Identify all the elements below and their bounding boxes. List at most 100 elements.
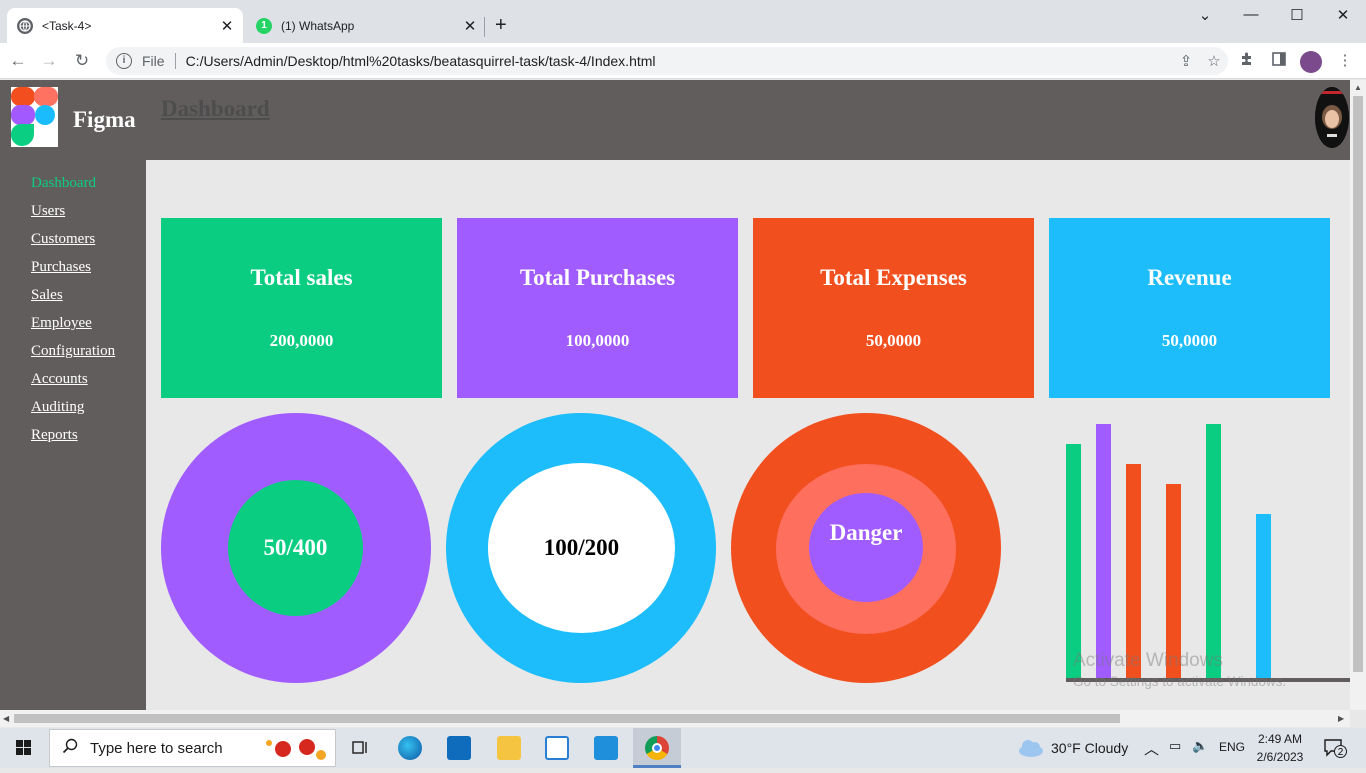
progress-ring-label: 50/400 bbox=[263, 535, 328, 560]
browser-tab-bar: <Task-4> ✕ 1 (1) WhatsApp ✕ + ⌄ — ☐ ✕ bbox=[0, 0, 1366, 43]
weather-cloud-icon[interactable] bbox=[1017, 738, 1045, 763]
tab-whatsapp[interactable]: 1 (1) WhatsApp ✕ bbox=[246, 8, 486, 43]
scheme-label: File bbox=[142, 53, 165, 69]
address-bar[interactable]: i File C:/Users/Admin/Desktop/html%20tas… bbox=[106, 47, 1228, 75]
language-indicator[interactable]: ENG bbox=[1219, 740, 1245, 754]
scrollbar-thumb[interactable] bbox=[14, 714, 1120, 723]
danger-ring-inner bbox=[809, 493, 923, 602]
volume-icon[interactable]: 🔈 bbox=[1192, 738, 1208, 754]
url-text[interactable]: C:/Users/Admin/Desktop/html%20tasks/beat… bbox=[186, 53, 1172, 69]
sidebar-item-reports[interactable]: Reports bbox=[31, 427, 146, 455]
search-placeholder: Type here to search bbox=[90, 739, 223, 757]
progress-ring-label: 100/200 bbox=[543, 535, 620, 560]
info-icon[interactable]: i bbox=[116, 53, 132, 69]
notifications-icon[interactable]: 2 bbox=[1323, 738, 1347, 758]
file-explorer-icon[interactable] bbox=[497, 736, 521, 760]
sidebar-item-employee[interactable]: Employee bbox=[31, 315, 146, 343]
taskbar-search-input[interactable]: Type here to search bbox=[49, 729, 336, 767]
clock-time[interactable]: 2:49 AM bbox=[1255, 732, 1305, 746]
tab-title: <Task-4> bbox=[42, 18, 92, 33]
windows-start-icon[interactable] bbox=[0, 728, 48, 768]
new-tab-button[interactable]: + bbox=[495, 14, 507, 37]
sidebar-item-customers[interactable]: Customers bbox=[31, 231, 146, 259]
scroll-right-arrow-icon[interactable]: ▶ bbox=[1338, 714, 1344, 723]
card-value: 50,0000 bbox=[865, 331, 922, 350]
card-title: Total sales bbox=[250, 265, 353, 290]
figma-logo-icon bbox=[10, 87, 58, 147]
card-value: 50,0000 bbox=[1161, 331, 1218, 350]
chevron-up-icon[interactable]: ︿ bbox=[1144, 738, 1159, 759]
tab-search-chevron-icon[interactable]: ⌄ bbox=[1182, 6, 1228, 24]
lanterns-icon bbox=[263, 733, 329, 763]
menu-kebab-icon[interactable]: ⋮ bbox=[1334, 51, 1356, 73]
card-total-sales: Total sales 200,0000 bbox=[161, 218, 442, 398]
scroll-up-arrow-icon[interactable]: ▲ bbox=[1354, 83, 1362, 92]
card-title: Total Expenses bbox=[820, 265, 967, 290]
chart-bar bbox=[1096, 424, 1111, 678]
chart-bar bbox=[1066, 444, 1081, 678]
vscode-icon[interactable] bbox=[594, 736, 618, 760]
side-panel-icon[interactable] bbox=[1268, 51, 1290, 73]
avatar[interactable] bbox=[1315, 87, 1349, 148]
brand-name: Figma bbox=[73, 107, 136, 132]
whatsapp-icon: 1 bbox=[256, 17, 272, 34]
back-button[interactable]: ← bbox=[6, 49, 30, 73]
bar-chart bbox=[1066, 410, 1350, 682]
share-icon[interactable]: ⇪ bbox=[1172, 52, 1200, 70]
page-viewport: Figma Dashboard Users Customers Purchase… bbox=[0, 80, 1350, 710]
scroll-left-arrow-icon[interactable]: ◀ bbox=[3, 714, 9, 723]
task-view-icon[interactable] bbox=[348, 736, 372, 760]
maximize-button[interactable]: ☐ bbox=[1274, 6, 1320, 24]
page-title: Dashboard bbox=[161, 96, 270, 121]
scrollbar-thumb[interactable] bbox=[1353, 96, 1363, 672]
card-total-expenses: Total Expenses 50,0000 bbox=[753, 218, 1034, 398]
microsoft-store-icon[interactable] bbox=[545, 736, 569, 760]
card-value: 100,0000 bbox=[565, 331, 630, 350]
chart-bar bbox=[1166, 484, 1181, 678]
card-title: Revenue bbox=[1147, 265, 1232, 290]
watermark-subtitle: Go to Settings to activate Windows. bbox=[1073, 674, 1287, 689]
sidebar-item-purchases[interactable]: Purchases bbox=[31, 259, 146, 287]
tab-separator bbox=[484, 17, 485, 37]
minimize-button[interactable]: — bbox=[1228, 6, 1274, 23]
vertical-scrollbar[interactable]: ▲ bbox=[1350, 80, 1366, 710]
chart-bar bbox=[1126, 464, 1141, 678]
tab-title: (1) WhatsApp bbox=[281, 18, 355, 33]
card-title: Total Purchases bbox=[519, 265, 676, 290]
chrome-taskbar-button[interactable] bbox=[633, 728, 681, 768]
battery-icon[interactable]: ▭ bbox=[1169, 738, 1181, 754]
close-tab-icon[interactable]: ✕ bbox=[460, 17, 480, 35]
danger-label: Danger bbox=[829, 520, 903, 545]
sidebar-item-configuration[interactable]: Configuration bbox=[31, 343, 146, 371]
divider bbox=[174, 53, 176, 69]
notification-count: 2 bbox=[1334, 745, 1347, 758]
card-value: 200,0000 bbox=[269, 331, 334, 350]
sidebar: Dashboard Users Customers Purchases Sale… bbox=[0, 160, 146, 710]
clock-date[interactable]: 2/6/2023 bbox=[1254, 750, 1306, 764]
extensions-puzzle-icon[interactable] bbox=[1236, 51, 1258, 73]
sidebar-item-auditing[interactable]: Auditing bbox=[31, 399, 146, 427]
activate-windows-watermark: Activate Windows Go to Settings to activ… bbox=[1073, 650, 1286, 689]
browser-toolbar: ← → ↻ i File C:/Users/Admin/Desktop/html… bbox=[0, 43, 1366, 79]
weather-text[interactable]: 30°F Cloudy bbox=[1051, 740, 1128, 756]
reload-button[interactable]: ↻ bbox=[70, 49, 94, 73]
card-revenue: Revenue 50,0000 bbox=[1049, 218, 1330, 398]
profile-avatar-icon[interactable] bbox=[1300, 51, 1322, 73]
card-total-purchases: Total Purchases 100,0000 bbox=[457, 218, 738, 398]
search-icon bbox=[62, 738, 78, 758]
globe-icon bbox=[17, 17, 33, 34]
horizontal-scrollbar[interactable]: ◀ ▶ bbox=[0, 710, 1350, 727]
sidebar-item-dashboard[interactable]: Dashboard bbox=[31, 175, 146, 203]
sidebar-item-accounts[interactable]: Accounts bbox=[31, 371, 146, 399]
sidebar-item-users[interactable]: Users bbox=[31, 203, 146, 231]
edge-browser-icon[interactable] bbox=[398, 736, 422, 760]
tab-task-4[interactable]: <Task-4> ✕ bbox=[7, 8, 243, 43]
close-tab-icon[interactable]: ✕ bbox=[217, 17, 237, 35]
forward-button[interactable]: → bbox=[37, 49, 61, 73]
chart-bar bbox=[1206, 424, 1221, 678]
bookmark-star-icon[interactable]: ☆ bbox=[1200, 52, 1228, 70]
sidebar-item-sales[interactable]: Sales bbox=[31, 287, 146, 315]
close-window-button[interactable]: ✕ bbox=[1320, 6, 1366, 24]
chrome-icon bbox=[645, 736, 669, 760]
mail-icon[interactable] bbox=[447, 736, 471, 760]
